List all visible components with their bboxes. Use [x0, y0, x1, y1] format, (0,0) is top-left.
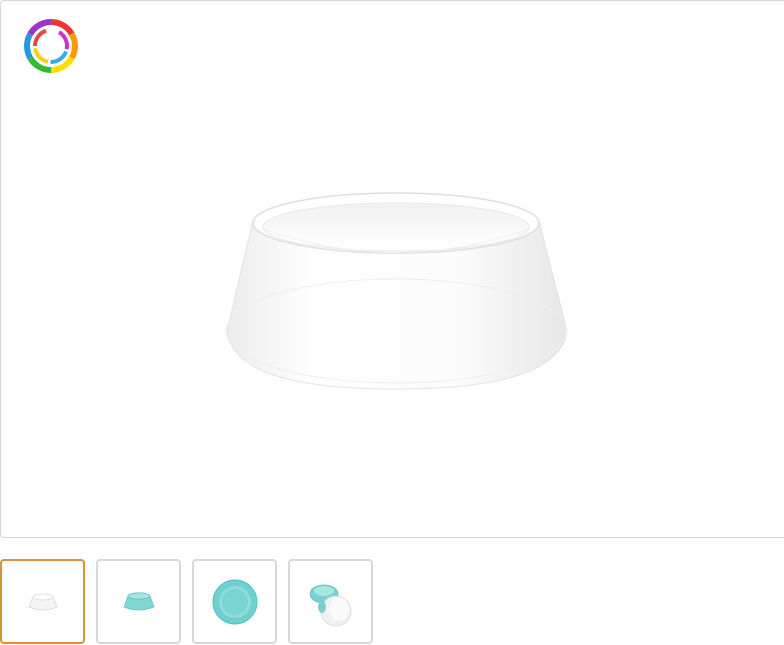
- white-bowl-thumb-icon: [27, 593, 58, 610]
- thumbnail-1[interactable]: [0, 559, 85, 644]
- thumbnail-3[interactable]: [192, 559, 277, 644]
- thumbnail-4[interactable]: [288, 559, 373, 644]
- teal-bowl-top-view-icon: [212, 579, 257, 624]
- teal-bowl-thumb-icon: [122, 591, 155, 610]
- thumbnail-strip: [0, 559, 373, 645]
- main-image-viewer[interactable]: [0, 0, 784, 538]
- white-pet-bowl-image: [211, 192, 581, 395]
- thumbnail-2[interactable]: [96, 559, 181, 644]
- teal-white-bowl-stack-icon: [309, 584, 351, 626]
- product-gallery: [0, 0, 784, 645]
